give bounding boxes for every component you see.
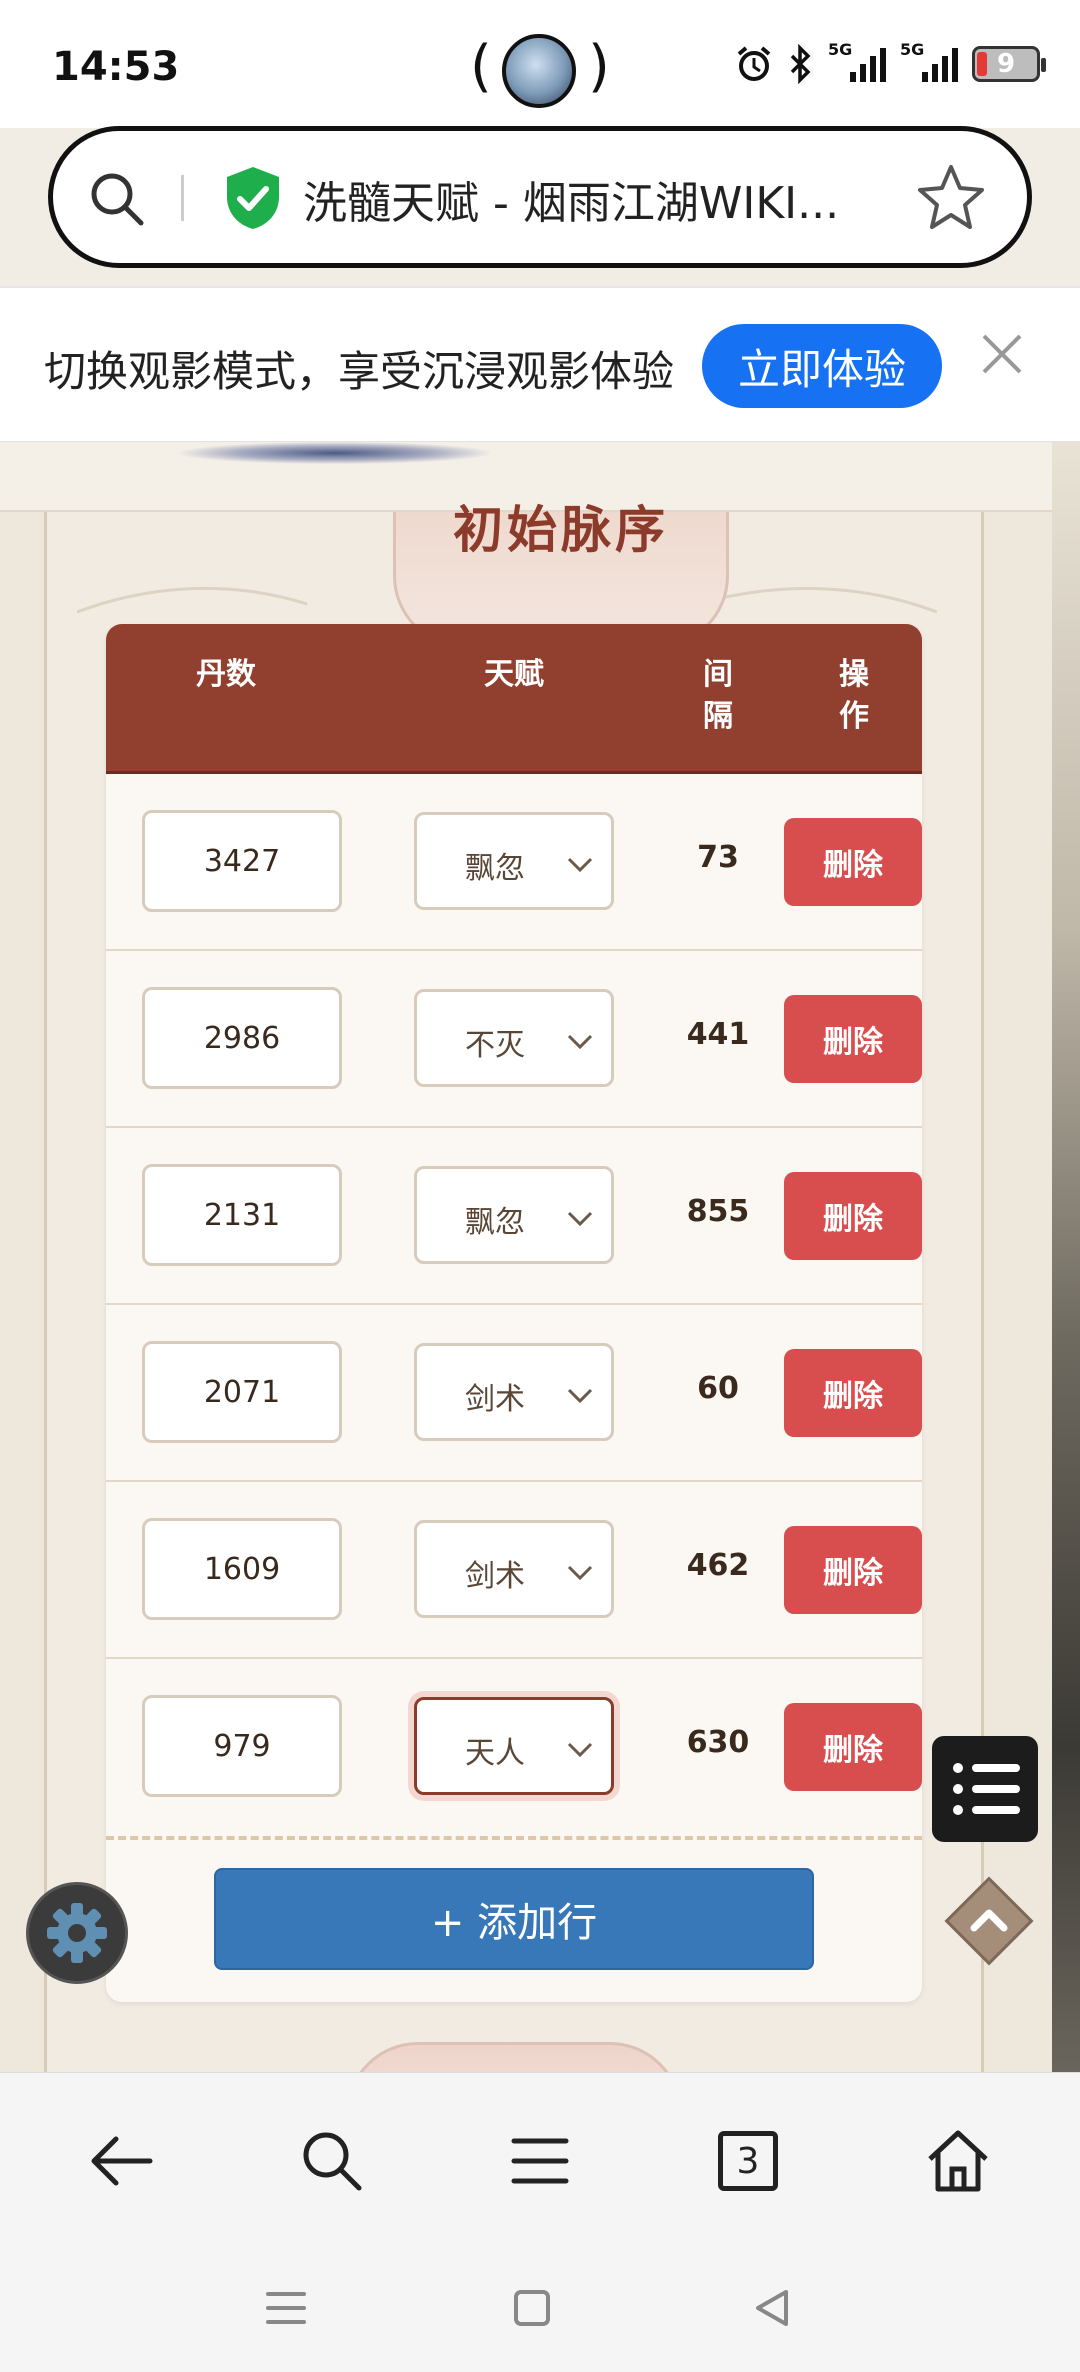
- table-row: 剑术 60 删除: [106, 1305, 922, 1482]
- dan-input[interactable]: [142, 1518, 342, 1620]
- talent-value: 不灭: [465, 1028, 525, 1063]
- chevron-down-icon: [567, 1211, 593, 1227]
- delete-button[interactable]: 删除: [784, 1526, 922, 1614]
- page-title[interactable]: 洗髓天赋 - 烟雨江湖WIKI...: [303, 167, 933, 231]
- home-square-icon[interactable]: [508, 2284, 556, 2332]
- back-arrow-icon[interactable]: [86, 2125, 158, 2197]
- talent-select[interactable]: 天人: [414, 1697, 614, 1795]
- bottom-nav: 3: [0, 2072, 1080, 2244]
- gap-value: 630: [686, 1725, 750, 1760]
- talent-select[interactable]: 剑术: [414, 1343, 614, 1441]
- delete-button[interactable]: 删除: [784, 1172, 922, 1260]
- chevron-down-icon: [567, 1388, 593, 1404]
- section-title: 初始脉序: [453, 500, 669, 559]
- tabs-icon[interactable]: 3: [712, 2125, 784, 2197]
- notch-left-bracket: (: [470, 34, 492, 99]
- talent-select[interactable]: 剑术: [414, 1520, 614, 1618]
- talent-select[interactable]: 飘忽: [414, 1166, 614, 1264]
- chevron-down-icon: [567, 1565, 593, 1581]
- table-row: 剑术 462 删除: [106, 1482, 922, 1659]
- gap-value: 462: [686, 1548, 750, 1583]
- close-icon[interactable]: [974, 326, 1030, 382]
- gap-value: 441: [686, 1017, 750, 1052]
- chevron-up-icon[interactable]: [938, 1870, 1040, 1972]
- delete-button[interactable]: 删除: [784, 818, 922, 906]
- delete-button[interactable]: 删除: [784, 995, 922, 1083]
- meridian-table: 丹数 天赋 间 隔 操 作 飘忽 73 删除 不灭 441 删除: [106, 624, 922, 2002]
- home-icon[interactable]: [922, 2125, 994, 2197]
- recent-apps-icon[interactable]: [262, 2284, 310, 2332]
- network-label-2: 5G: [900, 40, 925, 59]
- talent-value: 飘忽: [465, 851, 525, 886]
- tab-count: 3: [718, 2131, 778, 2191]
- address-divider: [181, 175, 184, 221]
- status-bar: 14:53 ( ) 5G 5G 9: [0, 0, 1080, 128]
- chevron-down-icon: [567, 857, 593, 873]
- alarm-icon: [737, 46, 771, 81]
- table-row: 天人 630 删除: [106, 1659, 922, 1836]
- dan-input[interactable]: [142, 810, 342, 912]
- delete-button[interactable]: 删除: [784, 1703, 922, 1791]
- talent-select[interactable]: 飘忽: [414, 812, 614, 910]
- notch-right-bracket: ): [588, 34, 610, 99]
- ink-decoration: [180, 442, 490, 464]
- menu-list-icon[interactable]: [932, 1736, 1038, 1842]
- dashed-divider: [106, 1836, 922, 1840]
- promo-banner: 切换观影模式，享受沉浸观影体验 立即体验: [0, 288, 1080, 442]
- battery-level: 9: [996, 49, 1016, 79]
- gap-value: 855: [686, 1194, 750, 1229]
- search-icon[interactable]: [296, 2125, 368, 2197]
- dan-input[interactable]: [142, 1695, 342, 1797]
- col-gap: 间 隔: [703, 657, 733, 734]
- talent-select[interactable]: 不灭: [414, 989, 614, 1087]
- table-header: 丹数 天赋 间 隔 操 作: [106, 624, 922, 774]
- dan-input[interactable]: [142, 987, 342, 1089]
- system-gesture-bar: [0, 2244, 1080, 2372]
- gap-value: 60: [697, 1371, 739, 1406]
- talent-value: 飘忽: [465, 1205, 525, 1240]
- back-triangle-icon[interactable]: [748, 2284, 796, 2332]
- page-content: 初始脉序 丹数 天赋 间 隔 操 作 飘忽 73 删除 不灭 441: [0, 442, 1080, 2072]
- try-now-button[interactable]: 立即体验: [702, 324, 942, 408]
- signal-icon: 5G: [900, 40, 958, 82]
- gap-value: 73: [697, 840, 739, 875]
- status-time: 14:53: [52, 44, 180, 90]
- chevron-down-icon: [567, 1034, 593, 1050]
- gear-icon[interactable]: [26, 1882, 128, 1984]
- shield-check-icon: [227, 167, 279, 229]
- address-bar[interactable]: 洗髓天赋 - 烟雨江湖WIKI...: [48, 126, 1032, 268]
- star-icon[interactable]: [915, 161, 987, 233]
- col-dan: 丹数: [196, 657, 256, 692]
- delete-button[interactable]: 删除: [784, 1349, 922, 1437]
- menu-icon[interactable]: [504, 2125, 576, 2197]
- status-icons: 5G 5G 9: [734, 40, 1046, 84]
- table-row: 不灭 441 删除: [106, 951, 922, 1128]
- table-row: 飘忽 73 删除: [106, 774, 922, 951]
- bluetooth-icon: [790, 44, 811, 84]
- col-op: 操 作: [839, 657, 869, 734]
- talent-value: 剑术: [465, 1382, 525, 1417]
- dan-input[interactable]: [142, 1164, 342, 1266]
- camera-notch: ( ): [470, 30, 610, 110]
- background-artwork: [1052, 442, 1080, 2072]
- avatar: [502, 34, 576, 108]
- talent-value: 剑术: [465, 1559, 525, 1594]
- signal-icon: 5G: [828, 40, 886, 82]
- battery-icon: 9: [972, 46, 1046, 82]
- talent-value: 天人: [465, 1736, 525, 1771]
- promo-text: 切换观影模式，享受沉浸观影体验: [44, 347, 675, 396]
- search-icon[interactable]: [85, 167, 149, 231]
- chevron-down-icon: [567, 1742, 593, 1758]
- col-talent: 天赋: [484, 657, 544, 692]
- add-row-button[interactable]: + 添加行: [214, 1868, 814, 1970]
- table-row: 飘忽 855 删除: [106, 1128, 922, 1305]
- network-label-1: 5G: [828, 40, 853, 59]
- next-section-header: [346, 2042, 682, 2072]
- dan-input[interactable]: [142, 1341, 342, 1443]
